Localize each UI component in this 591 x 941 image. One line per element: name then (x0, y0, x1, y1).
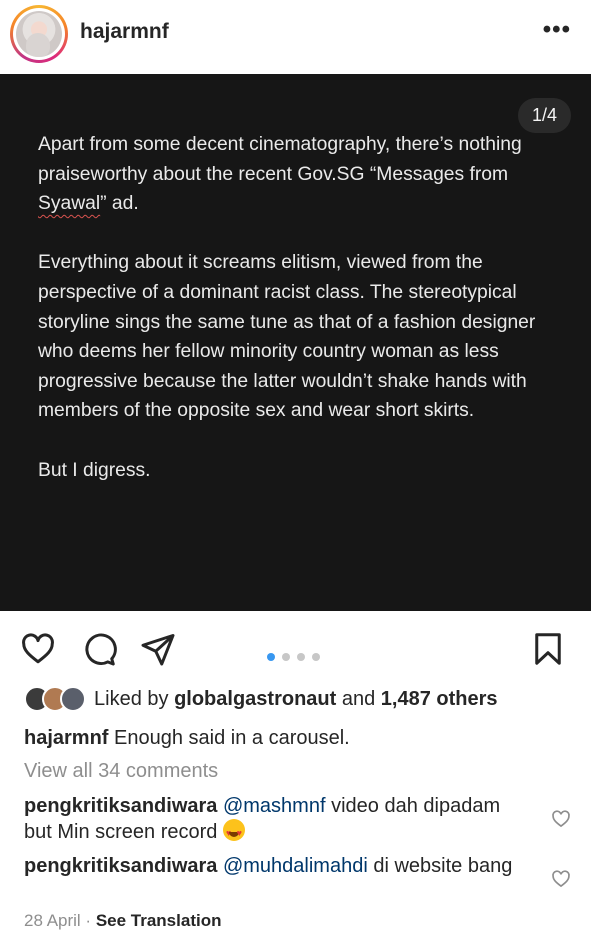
see-translation-link[interactable]: See Translation (96, 911, 222, 930)
avatar[interactable] (10, 5, 68, 63)
post-paragraph-text: But I digress. (38, 459, 151, 481)
comment-text: di website bang (367, 855, 513, 877)
post-text: Apart from some decent cinematography, t… (38, 130, 568, 515)
carousel-dot (312, 653, 320, 661)
comment-mention[interactable]: @mashmnf (223, 795, 326, 817)
post-date: 28 April (24, 911, 81, 930)
carousel-counter: 1/4 (517, 98, 571, 133)
caption-text: Enough said in a carousel. (108, 727, 350, 749)
comment-like-heart-icon[interactable] (551, 869, 571, 889)
comment-icon[interactable] (81, 631, 117, 667)
liker-avatar[interactable] (60, 686, 86, 712)
footer-separator: · (80, 911, 96, 930)
emoji-mouth (228, 832, 239, 837)
view-all-comments-link[interactable]: View all 34 comments (24, 760, 218, 783)
post-paragraph-text: Apart from some decent cinematography, t… (38, 134, 522, 185)
avatar-inner (13, 8, 65, 60)
likes-row: Liked by globalgastronaut and 1,487 othe… (24, 685, 498, 713)
likes-text: Liked by globalgastronaut and 1,487 othe… (94, 688, 498, 711)
username[interactable]: hajarmnf (80, 20, 169, 44)
comment-username[interactable]: pengkritiksandiwara (24, 795, 217, 817)
comment-username[interactable]: pengkritiksandiwara (24, 855, 217, 877)
caption-username[interactable]: hajarmnf (24, 727, 108, 749)
post-paragraph: Everything about it screams elitism, vie… (38, 248, 568, 426)
carousel-dot (267, 653, 275, 661)
likes-middle: and (336, 687, 381, 710)
avatar-photo (16, 11, 62, 57)
heart-eyes-emoji-icon (222, 819, 245, 846)
carousel-dot (297, 653, 305, 661)
post-header: hajarmnf ••• (0, 0, 591, 74)
comment-mention[interactable]: @muhdalimahdi (223, 855, 368, 877)
post-paragraph-text: Everything about it screams elitism, vie… (38, 252, 536, 422)
bookmark-icon[interactable] (530, 631, 566, 667)
carousel-indicator (267, 653, 320, 661)
liker-username[interactable]: globalgastronaut (174, 688, 336, 710)
post-paragraph: Apart from some decent cinematography, t… (38, 130, 568, 219)
post-paragraph: But I digress. (38, 456, 568, 486)
caption: hajarmnf Enough said in a carousel. (24, 727, 350, 750)
post-image[interactable]: 1/4 Apart from some decent cinematograph… (0, 74, 591, 611)
comment: pengkritiksandiwara @mashmnf video dah d… (24, 794, 524, 846)
heart-icon[interactable] (20, 631, 56, 667)
spellcheck-word: Syawal (38, 193, 101, 215)
likes-prefix: Liked by (94, 687, 175, 710)
post-paragraph-text: ” ad. (100, 193, 139, 215)
comment-like-heart-icon[interactable] (551, 809, 571, 829)
likes-count[interactable]: 1,487 others (381, 688, 498, 710)
post-footer: 28 April · See Translation (24, 911, 221, 931)
action-bar (0, 611, 591, 687)
share-icon[interactable] (140, 631, 176, 667)
carousel-dot (282, 653, 290, 661)
comment: pengkritiksandiwara @muhdalimahdi di web… (24, 854, 524, 879)
more-horizontal-icon[interactable]: ••• (543, 16, 571, 44)
